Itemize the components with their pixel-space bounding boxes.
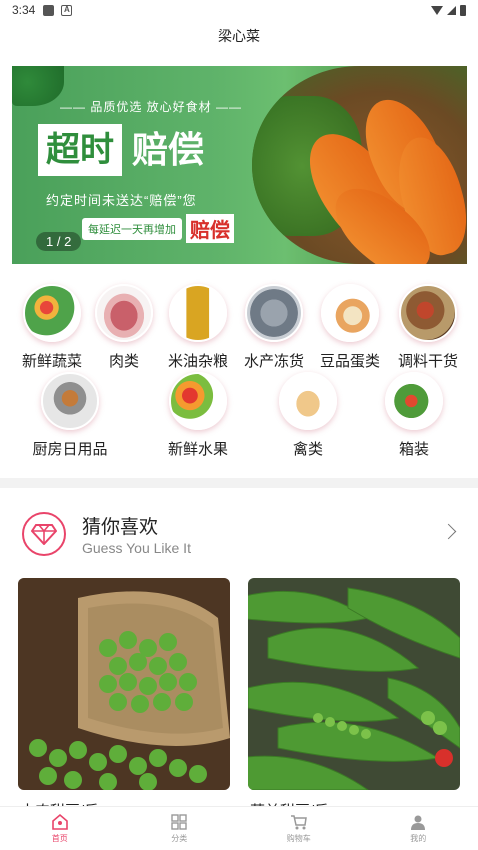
user-icon — [411, 815, 426, 830]
nav-mine-label: 我的 — [410, 834, 427, 843]
nav-category[interactable]: 分类 — [120, 807, 240, 850]
home-icon — [51, 813, 68, 830]
nav-home[interactable]: 首页 — [0, 807, 120, 850]
banner-slogan-mid: 约定时间未送达“赔偿”您 — [46, 193, 197, 208]
nav-cart-label: 购物车 — [286, 834, 311, 843]
egg-tofu-icon — [321, 284, 379, 342]
fruit-icon — [169, 372, 227, 430]
banner-promo-text: 每延迟一天再增加 — [82, 217, 182, 240]
status-time: 3:34 — [12, 3, 36, 17]
category-seafood[interactable]: 水产冻货 — [236, 284, 312, 371]
meat-icon — [95, 284, 153, 342]
banner-headline: 超时 赔偿 — [38, 124, 204, 176]
category-meat[interactable]: 肉类 — [86, 284, 162, 371]
bottom-nav: 首页 分类 购物车 我的 — [0, 806, 478, 850]
banner-slogan-top: —— 品质优选 放心好食材 —— — [60, 100, 243, 114]
cart-icon — [290, 815, 307, 830]
promo-banner[interactable]: —— 品质优选 放心好食材 —— 超时 赔偿 约定时间未送达“赔偿”您 每延迟一… — [12, 66, 467, 264]
category-kitchenware[interactable]: 厨房日用品 — [32, 372, 108, 459]
chevron-right-icon[interactable] — [440, 523, 457, 540]
grid-icon — [171, 814, 187, 830]
banner-headline-plain: 赔偿 — [132, 129, 205, 170]
banner-headline-boxed: 超时 — [38, 124, 122, 176]
app-notification-icon: A — [61, 4, 73, 16]
banner-promo: 每延迟一天再增加 赔偿 — [82, 214, 234, 243]
nav-category-label: 分类 — [171, 834, 188, 843]
category-egg-tofu[interactable]: 豆品蛋类 — [312, 284, 388, 371]
product-card-peas-sack[interactable] — [18, 578, 230, 790]
product-card-pea-pods[interactable] — [248, 578, 460, 790]
notification-icon — [43, 4, 55, 16]
battery-icon — [460, 4, 466, 16]
banner-page-indicator: 1 / 2 — [36, 232, 82, 251]
category-oil-grain[interactable]: 米油杂粮 — [160, 284, 236, 371]
seasoning-icon — [399, 284, 457, 342]
banner-promo-big: 赔偿 — [186, 214, 234, 243]
boxed-icon — [385, 372, 443, 430]
category-boxed[interactable]: 箱装 — [376, 372, 452, 459]
nav-home-label: 首页 — [51, 834, 68, 843]
poultry-icon — [279, 372, 337, 430]
guess-title: 猜你喜欢 — [82, 517, 159, 538]
category-poultry[interactable]: 禽类 — [270, 372, 346, 459]
category-vegetables[interactable]: 新鲜蔬菜 — [14, 284, 90, 371]
peas-sack-image — [18, 578, 230, 790]
page-title: 梁心菜 — [218, 28, 260, 44]
pea-pods-image — [248, 578, 460, 790]
nav-mine[interactable]: 我的 — [359, 807, 478, 850]
nav-cart[interactable]: 购物车 — [239, 807, 359, 850]
signal-icon — [447, 5, 456, 15]
carrot-basket-image — [252, 66, 467, 264]
kitchenware-icon — [41, 372, 99, 430]
category-fruit[interactable]: 新鲜水果 — [160, 372, 236, 459]
category-seasoning[interactable]: 调料干货 — [390, 284, 466, 371]
oil-grain-icon — [169, 284, 227, 342]
vegetables-icon — [23, 284, 81, 342]
status-bar: 3:34 A — [0, 0, 478, 20]
seafood-icon — [245, 284, 303, 342]
leaf-decoration — [12, 66, 64, 106]
guess-you-like-header[interactable]: 猜你喜欢 Guess You Like It — [0, 500, 478, 566]
diamond-icon — [22, 512, 66, 556]
guess-subtitle: Guess You Like It — [82, 540, 191, 556]
section-divider — [0, 478, 478, 488]
wifi-icon — [431, 5, 443, 15]
